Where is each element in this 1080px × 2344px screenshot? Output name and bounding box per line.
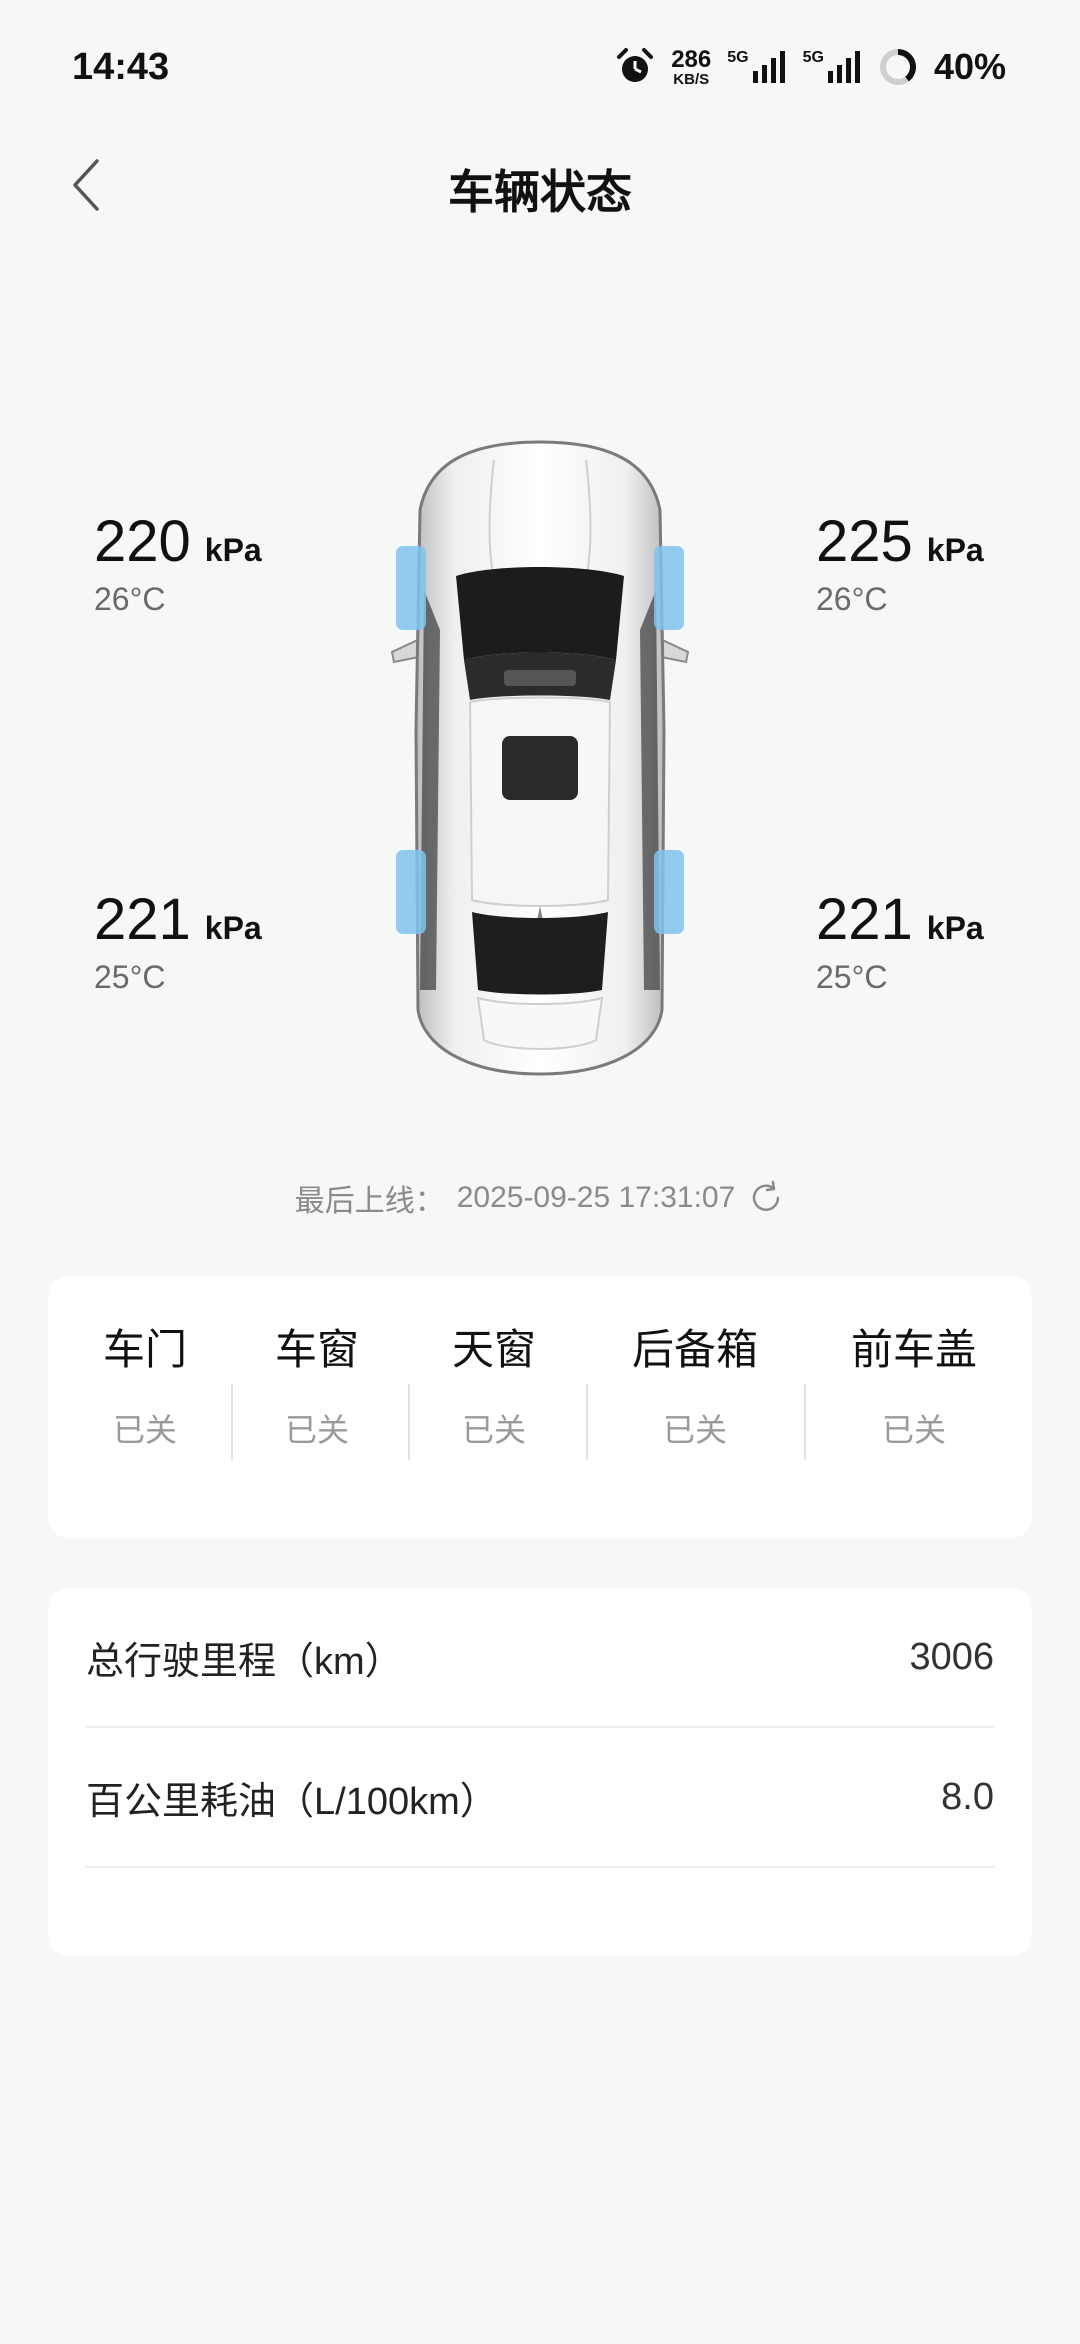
tire-highlight-front-left [396,546,426,630]
last-online: 最后上线： 2025-09-25 17:31:07 [0,1176,1080,1220]
status-item-value: 已关 [461,1412,526,1448]
refresh-button[interactable] [747,1179,785,1217]
closure-status-list: 车门 已关 车窗 已关 天窗 已关 后备箱 已关 前车盖 已关 [48,1316,1032,1460]
battery-percent: 40% [933,46,1006,87]
tire-temperature: 26°C [816,581,888,617]
car-top-view-image [384,430,696,1080]
tire-highlight-rear-left [396,850,426,934]
tire-pressure-unit: kPa [926,910,984,946]
info-label: 总行驶里程（km） [86,1640,403,1683]
tire-pressure-value: 221 [816,887,913,952]
vehicle-info-card: 总行驶里程（km） 3006 百公里耗油（L/100km） 8.0 [48,1588,1032,1956]
tire-rear-left: 221 kPa 25°C [94,886,354,996]
tire-pressure-value: 225 [816,509,913,574]
status-item-trunk: 后备箱 已关 [625,1316,765,1451]
network-speed-unit: KB/S [673,70,710,88]
signal-icon: 5G [727,49,786,85]
tire-pressure-unit: kPa [204,910,262,946]
info-label: 百公里耗油（L/100km） [86,1780,498,1823]
tire-pressure-unit: kPa [926,532,984,568]
tire-highlight-front-right [654,546,684,630]
network-speed: 286 KB/S [671,45,712,88]
status-item-sunroof: 天窗 已关 [439,1316,549,1451]
status-item-label: 前车盖 [850,1326,977,1373]
status-item-label: 车门 [102,1326,187,1373]
status-item-window: 车窗 已关 [262,1316,372,1451]
status-item-hood: 前车盖 已关 [844,1316,984,1451]
status-item-label: 车窗 [274,1326,359,1373]
status-bar: 14:43 286 KB/S 5G 5G 40% [0,0,1080,130]
tire-temperature: 26°C [94,581,166,617]
closure-status-card: 车门 已关 车窗 已关 天窗 已关 后备箱 已关 前车盖 已关 [48,1276,1032,1538]
page-header: 车辆状态 [0,130,1080,240]
info-row-fuel-consumption: 百公里耗油（L/100km） 8.0 [86,1728,994,1868]
info-row-mileage: 总行驶里程（km） 3006 [86,1588,994,1728]
info-value: 3006 [909,1635,994,1678]
signal-type-label: 5G [727,49,749,66]
network-speed-value: 286 [671,45,712,73]
tire-front-left: 220 kPa 26°C [94,508,354,618]
tire-temperature: 25°C [94,959,166,995]
signal-icon: 5G [803,49,862,85]
status-item-value: 已关 [112,1412,177,1448]
refresh-icon [753,1180,780,1211]
tire-pressure-value: 220 [94,509,191,574]
page-title: 车辆状态 [448,166,632,218]
info-value: 8.0 [941,1775,994,1818]
tire-front-right: 225 kPa 26°C [816,508,1076,618]
last-online-label: 最后上线： [294,1185,445,1218]
status-time: 14:43 [72,46,170,88]
tire-rear-right: 221 kPa 25°C [816,886,1076,996]
tire-temperature: 25°C [816,959,888,995]
status-item-value: 已关 [662,1412,727,1448]
divider [804,1384,806,1460]
alarm-icon [615,47,655,87]
tire-highlight-rear-right [654,850,684,934]
signal-type-label: 5G [802,49,824,66]
tire-pressure-unit: kPa [204,532,262,568]
status-item-door: 车门 已关 [90,1316,200,1451]
status-item-value: 已关 [881,1412,946,1448]
divider [408,1384,410,1460]
divider [586,1384,588,1460]
status-icons: 286 KB/S 5G 5G 40% [615,44,1006,90]
divider [231,1384,233,1460]
last-online-datetime: 2025-09-25 17:31:07 [456,1181,736,1214]
battery-ring-icon [878,47,918,87]
status-item-label: 后备箱 [631,1326,758,1373]
status-item-label: 天窗 [451,1326,536,1373]
status-item-value: 已关 [284,1412,349,1448]
tire-pressure-value: 221 [94,887,191,952]
